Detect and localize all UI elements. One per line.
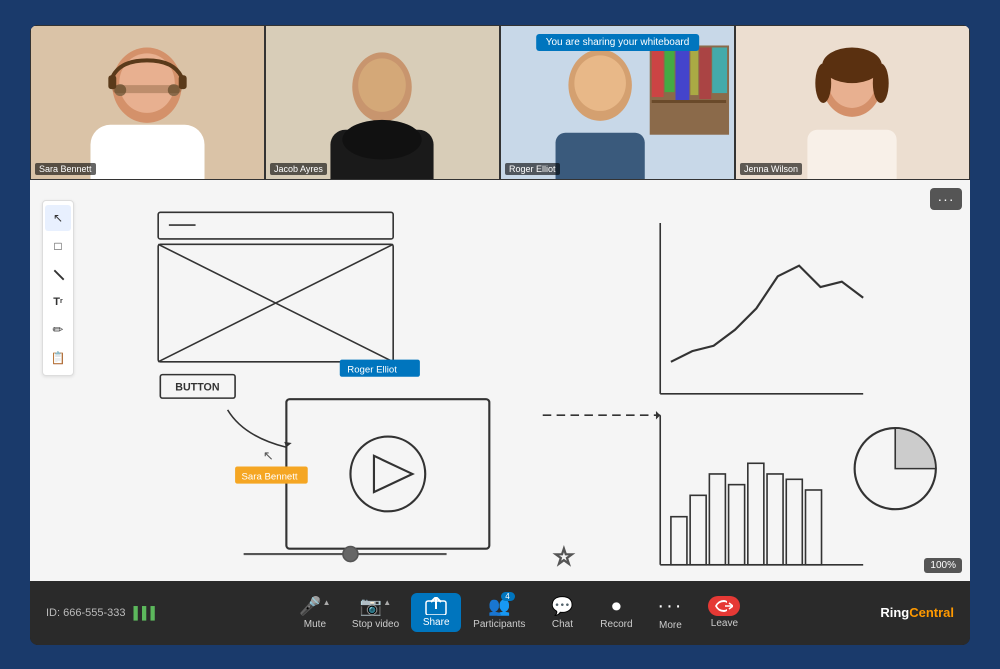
bottom-toolbar: ID: 666-555-333 ▌▌▌ 🎤▲ Mute 📷▲ Stop vide… [30,581,970,645]
signal-icon: ▌▌▌ [134,606,160,620]
more-label: More [659,620,682,631]
meeting-id: ID: 666-555-333 [46,607,126,619]
share-icon [425,597,447,615]
svg-text:Sara Bennett: Sara Bennett [242,471,298,482]
mute-label: Mute [304,619,326,630]
more-button[interactable]: ··· More [645,591,695,635]
leave-button[interactable]: Leave [699,592,749,633]
participant-tile-2: Jacob Ayres [265,25,500,180]
svg-text:☆: ☆ [553,543,574,569]
participants-button[interactable]: 👥 4 Participants [465,592,533,634]
record-button[interactable]: ⏺ Record [591,592,641,634]
svg-text:BUTTON: BUTTON [175,381,219,393]
svg-text:↖: ↖ [263,448,274,463]
main-window: Sara Bennett Jacob Ayres [30,25,970,645]
leave-label: Leave [711,618,738,629]
svg-text:Roger Elliot: Roger Elliot [347,364,397,375]
brand-logo: RingCentral [880,605,954,620]
participant-strip: Sara Bennett Jacob Ayres [30,25,970,180]
whiteboard-svg: Roger Elliot BUTTON Sara Bennett ↖ [30,180,970,581]
participants-badge: 4 [501,592,515,601]
share-button[interactable]: Share [411,593,461,632]
leave-icon [708,596,740,616]
participant-name-4: Jenna Wilson [740,163,802,175]
record-label: Record [600,619,632,630]
participant-name-3: Roger Elliot [505,163,560,175]
participant-tile-4: Jenna Wilson [735,25,970,180]
participant-name-2: Jacob Ayres [270,163,327,175]
participant-tile-3: You are sharing your whiteboard Roger El… [500,25,735,180]
bottom-controls: 🎤▲ Mute 📷▲ Stop video [159,591,880,635]
chat-icon: 💬 [551,596,573,617]
stop-video-label: Stop video [352,619,399,630]
mute-button[interactable]: 🎤▲ Mute [290,592,340,634]
sharing-banner: You are sharing your whiteboard [536,34,700,51]
chat-label: Chat [552,619,573,630]
stop-video-icon: 📷▲ [360,596,391,617]
share-label: Share [423,617,450,628]
mute-chevron[interactable]: ▲ [323,598,331,607]
mute-icon: 🎤▲ [299,596,330,617]
whiteboard-area[interactable]: ··· 100% ↖ □ | Tr ✏ 📋 Roger Elliot [30,180,970,581]
participants-label: Participants [473,619,525,630]
participant-tile-1: Sara Bennett [30,25,265,180]
record-icon: ⏺ [612,596,621,617]
participant-name-1: Sara Bennett [35,163,96,175]
chat-button[interactable]: 💬 Chat [537,592,587,634]
stop-video-button[interactable]: 📷▲ Stop video [344,592,407,634]
more-icon: ··· [657,595,683,618]
participants-icon: 👥 4 [488,596,510,617]
video-chevron[interactable]: ▲ [383,598,391,607]
